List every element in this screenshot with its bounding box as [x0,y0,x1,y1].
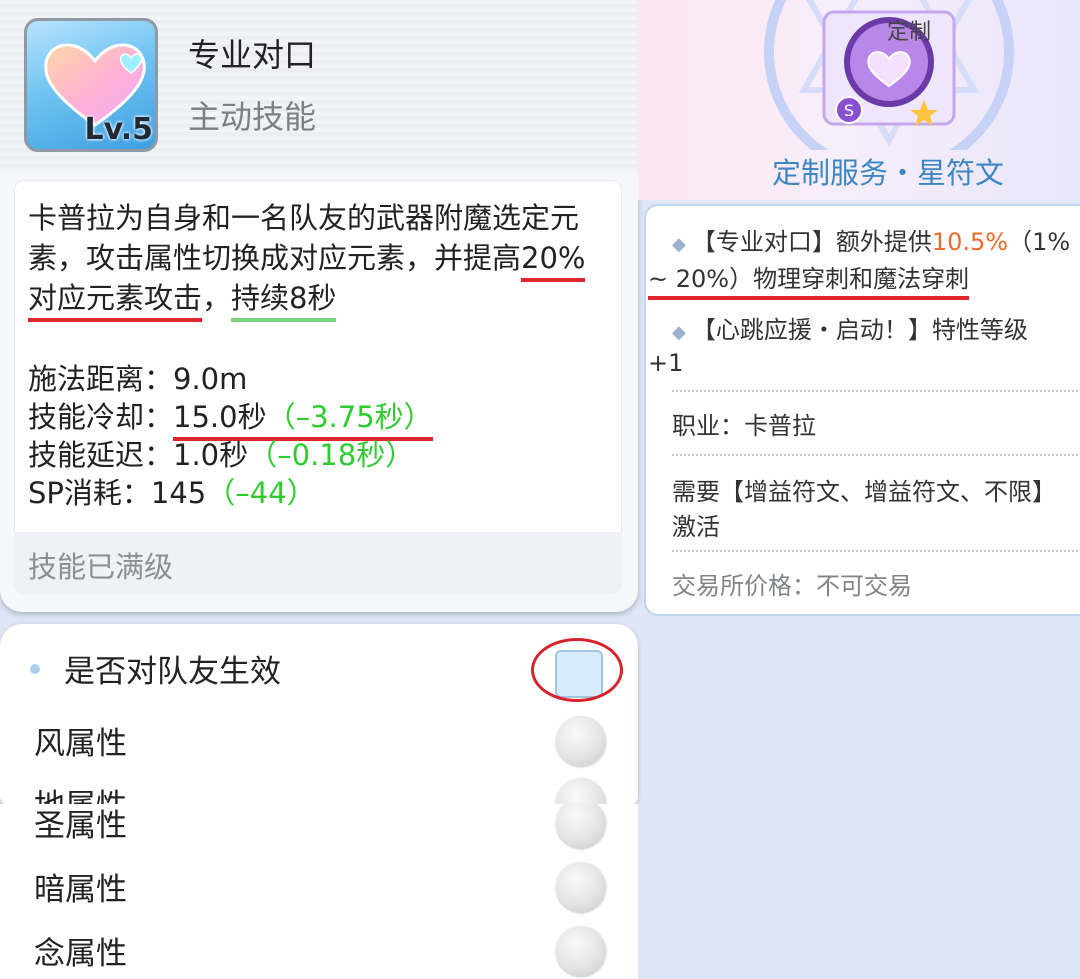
divider [672,390,1080,392]
stat-range-label: 施法距离： [28,362,174,396]
option-label-ghost: 念属性 [34,936,127,972]
rune-requirement-line2: 激活 [672,513,720,541]
stat-cooldown-number: 15.0秒 [173,400,267,434]
option-label-earth: 地属性 [34,788,127,806]
skill-type: 主动技能 [188,98,317,136]
option-label-teammate: 是否对队友生效 [64,654,281,690]
description-text: 卡普拉为自身和一名队友的武器附魔选定元素，攻击属性切换成对应元素，并提高 [28,201,580,275]
stat-delay: 技能延迟：1.0秒（–0.18秒） [28,436,433,474]
option-row-earth[interactable]: 地属性 [0,770,638,806]
description-duration-highlight: 持续8秒 [231,281,337,322]
skill-max-level-text: 技能已满级 [28,550,174,584]
skill-level: Lv.5 [84,112,154,147]
rune-job: 职业：卡普拉 [672,406,1080,441]
divider [672,550,1080,552]
rune-info-box: ◆ 【专业对口】额外提供10.5%（1% ~ 20%）物理穿刺和魔法穿刺 ◆ 【心跳… [644,204,1080,616]
option-label-holy: 圣属性 [34,808,127,844]
stat-cooldown-delta: （–3.75秒） [266,400,433,434]
annotation-circle [531,638,623,702]
element-options-panel: 是否对队友生效 风属性 地属性 [0,624,638,806]
rune-banner: S 定制 定制服务・星符文 [638,0,1080,200]
divider [672,454,1080,456]
stat-sp-delta: （–44） [206,476,316,510]
stat-cooldown-value: 15.0秒（–3.75秒） [173,400,433,441]
skill-stats: 施法距离：9.0m 技能冷却：15.0秒（–3.75秒） 技能延迟：1.0秒（–… [28,360,433,512]
rune-trade-price-text: 交易所价格：不可交易 [672,572,912,600]
stat-sp-value: 145 [150,476,207,510]
rune-effect-1-range-start: （1% [1008,228,1071,256]
skill-icon: Lv.5 [24,18,158,152]
ghost-radio[interactable] [556,926,606,976]
earth-radio[interactable] [556,778,606,806]
skill-description: 卡普拉为自身和一名队友的武器附魔选定元素，攻击属性切换成对应元素，并提高20%对… [28,198,608,322]
rune-effect-1-range-end: ~ 20%）物理穿刺和魔法穿刺 [648,265,970,300]
rune-job-text: 职业：卡普拉 [672,412,816,440]
option-label-wind: 风属性 [34,726,127,762]
rune-requirement-line1: 需要【增益符文、增益符文、不限】 [672,478,1056,506]
skill-detail-card: Lv.5 专业对口 主动技能 卡普拉为自身和一名队友的武器附魔选定元素，攻击属性… [0,0,638,612]
stat-range: 施法距离：9.0m [28,360,433,398]
rune-effect-2-text: 【心跳应援・启动！】特性等级 [691,316,1028,344]
skill-name: 专业对口 [188,36,317,74]
rune-effect-1-percent: 10.5% [931,228,1009,256]
stat-delay-delta: （–0.18秒） [248,438,415,472]
option-row-holy[interactable]: 圣属性 [0,804,638,854]
rune-requirement: 需要【增益符文、增益符文、不限】 激活 [672,472,1080,542]
option-row-wind[interactable]: 风属性 [0,708,638,772]
rune-custom-tag: 定制 [887,20,932,45]
wind-radio[interactable] [556,716,606,766]
holy-radio[interactable] [556,804,606,848]
skill-header: Lv.5 专业对口 主动技能 [0,0,638,172]
dark-radio[interactable] [556,862,606,912]
stat-cooldown-label: 技能冷却： [28,400,174,434]
option-row-ghost[interactable]: 念属性 [0,918,638,979]
option-label-dark: 暗属性 [34,872,127,908]
rune-effect-1: ◆ 【专业对口】额外提供10.5%（1% ~ 20%）物理穿刺和魔法穿刺 [648,222,1080,300]
stat-delay-value: 1.0秒 [173,438,249,472]
stat-sp: SP消耗：145（–44） [28,474,433,512]
bullet-icon [30,664,40,674]
stat-delay-label: 技能延迟： [28,438,174,472]
stat-sp-label: SP消耗： [28,476,151,510]
rune-effect-2-level: +1 [648,349,684,377]
option-row-dark[interactable]: 暗属性 [0,854,638,918]
option-row-teammate[interactable]: 是否对队友生效 [0,636,638,702]
stat-range-value: 9.0m [173,362,248,396]
description-separator: ， [202,281,232,315]
rune-effect-1-text: 【专业对口】额外提供 [691,228,932,256]
rune-trade-price: 交易所价格：不可交易 [672,566,1080,601]
diamond-bullet-icon: ◆ [672,234,686,255]
skill-max-level-bar: 技能已满级 [14,532,622,594]
diamond-bullet-icon: ◆ [672,322,686,343]
svg-text:S: S [844,101,854,120]
element-options-panel-continued: 圣属性 暗属性 念属性 [0,804,638,979]
rune-effect-2: ◆ 【心跳应援・启动！】特性等级 +1 [648,310,1080,377]
rune-title: 定制服务・星符文 [771,156,1004,190]
skill-description-panel: 卡普拉为自身和一名队友的武器附魔选定元素，攻击属性切换成对应元素，并提高20%对… [14,180,622,594]
stat-cooldown: 技能冷却：15.0秒（–3.75秒） [28,398,433,441]
